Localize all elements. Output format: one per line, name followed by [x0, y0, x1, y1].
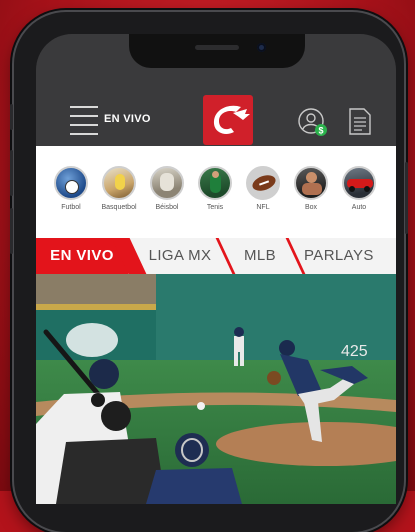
codere-logo[interactable]	[203, 95, 253, 145]
sports-selector: Futbol Basquetbol Béisbol Tenis NFL Box …	[36, 146, 396, 238]
sport-label: Tenis	[206, 204, 224, 211]
tennis-icon	[198, 166, 232, 200]
tab-divider	[285, 238, 306, 274]
app-screen: EN VIVO $ Futbol Basquetbol Béisbol Teni…	[36, 34, 396, 504]
header-live-label[interactable]: EN VIVO	[104, 113, 151, 125]
baseball-pitch-photo[interactable]: 425	[36, 274, 396, 504]
user-money-icon[interactable]: $	[298, 108, 327, 136]
phone-frame: EN VIVO $ Futbol Basquetbol Béisbol Teni…	[10, 12, 408, 532]
soccer-icon	[54, 166, 88, 200]
baseball-icon	[150, 166, 184, 200]
sport-item-basquetbol[interactable]: Basquetbol	[96, 166, 142, 211]
tab-liga-mx[interactable]: LIGA MX	[140, 238, 220, 274]
racing-car-icon	[342, 166, 376, 200]
sport-item-box[interactable]: Box	[288, 166, 334, 211]
sport-item-tenis[interactable]: Tenis	[192, 166, 238, 211]
sport-item-futbol[interactable]: Futbol	[48, 166, 94, 211]
power-button	[405, 162, 408, 234]
sport-item-nfl[interactable]: NFL	[240, 166, 286, 211]
document-icon[interactable]	[349, 108, 371, 135]
notch	[129, 34, 305, 68]
sport-item-beisbol[interactable]: Béisbol	[144, 166, 190, 211]
sport-label: Box	[304, 204, 318, 211]
sport-label: Auto	[351, 204, 367, 211]
football-icon	[246, 166, 280, 200]
wall-distance-text: 425	[341, 343, 368, 360]
front-camera	[257, 43, 266, 52]
volume-down-button	[10, 208, 13, 254]
sport-label: Futbol	[61, 204, 81, 211]
basketball-icon	[102, 166, 136, 200]
mute-switch	[10, 104, 13, 130]
speaker	[195, 45, 239, 50]
sport-item-auto[interactable]: Auto	[336, 166, 382, 211]
svg-text:$: $	[318, 126, 323, 136]
menu-icon[interactable]	[70, 106, 98, 135]
sport-label: NFL	[256, 204, 270, 211]
sport-label: Basquetbol	[101, 204, 137, 211]
sport-label: Béisbol	[155, 204, 179, 211]
tab-bar: EN VIVO LIGA MX MLB PARLAYS	[36, 238, 396, 274]
boxing-icon	[294, 166, 328, 200]
tab-parlays[interactable]: PARLAYS	[304, 238, 396, 274]
tab-mlb[interactable]: MLB	[232, 238, 288, 274]
volume-up-button	[10, 150, 13, 196]
